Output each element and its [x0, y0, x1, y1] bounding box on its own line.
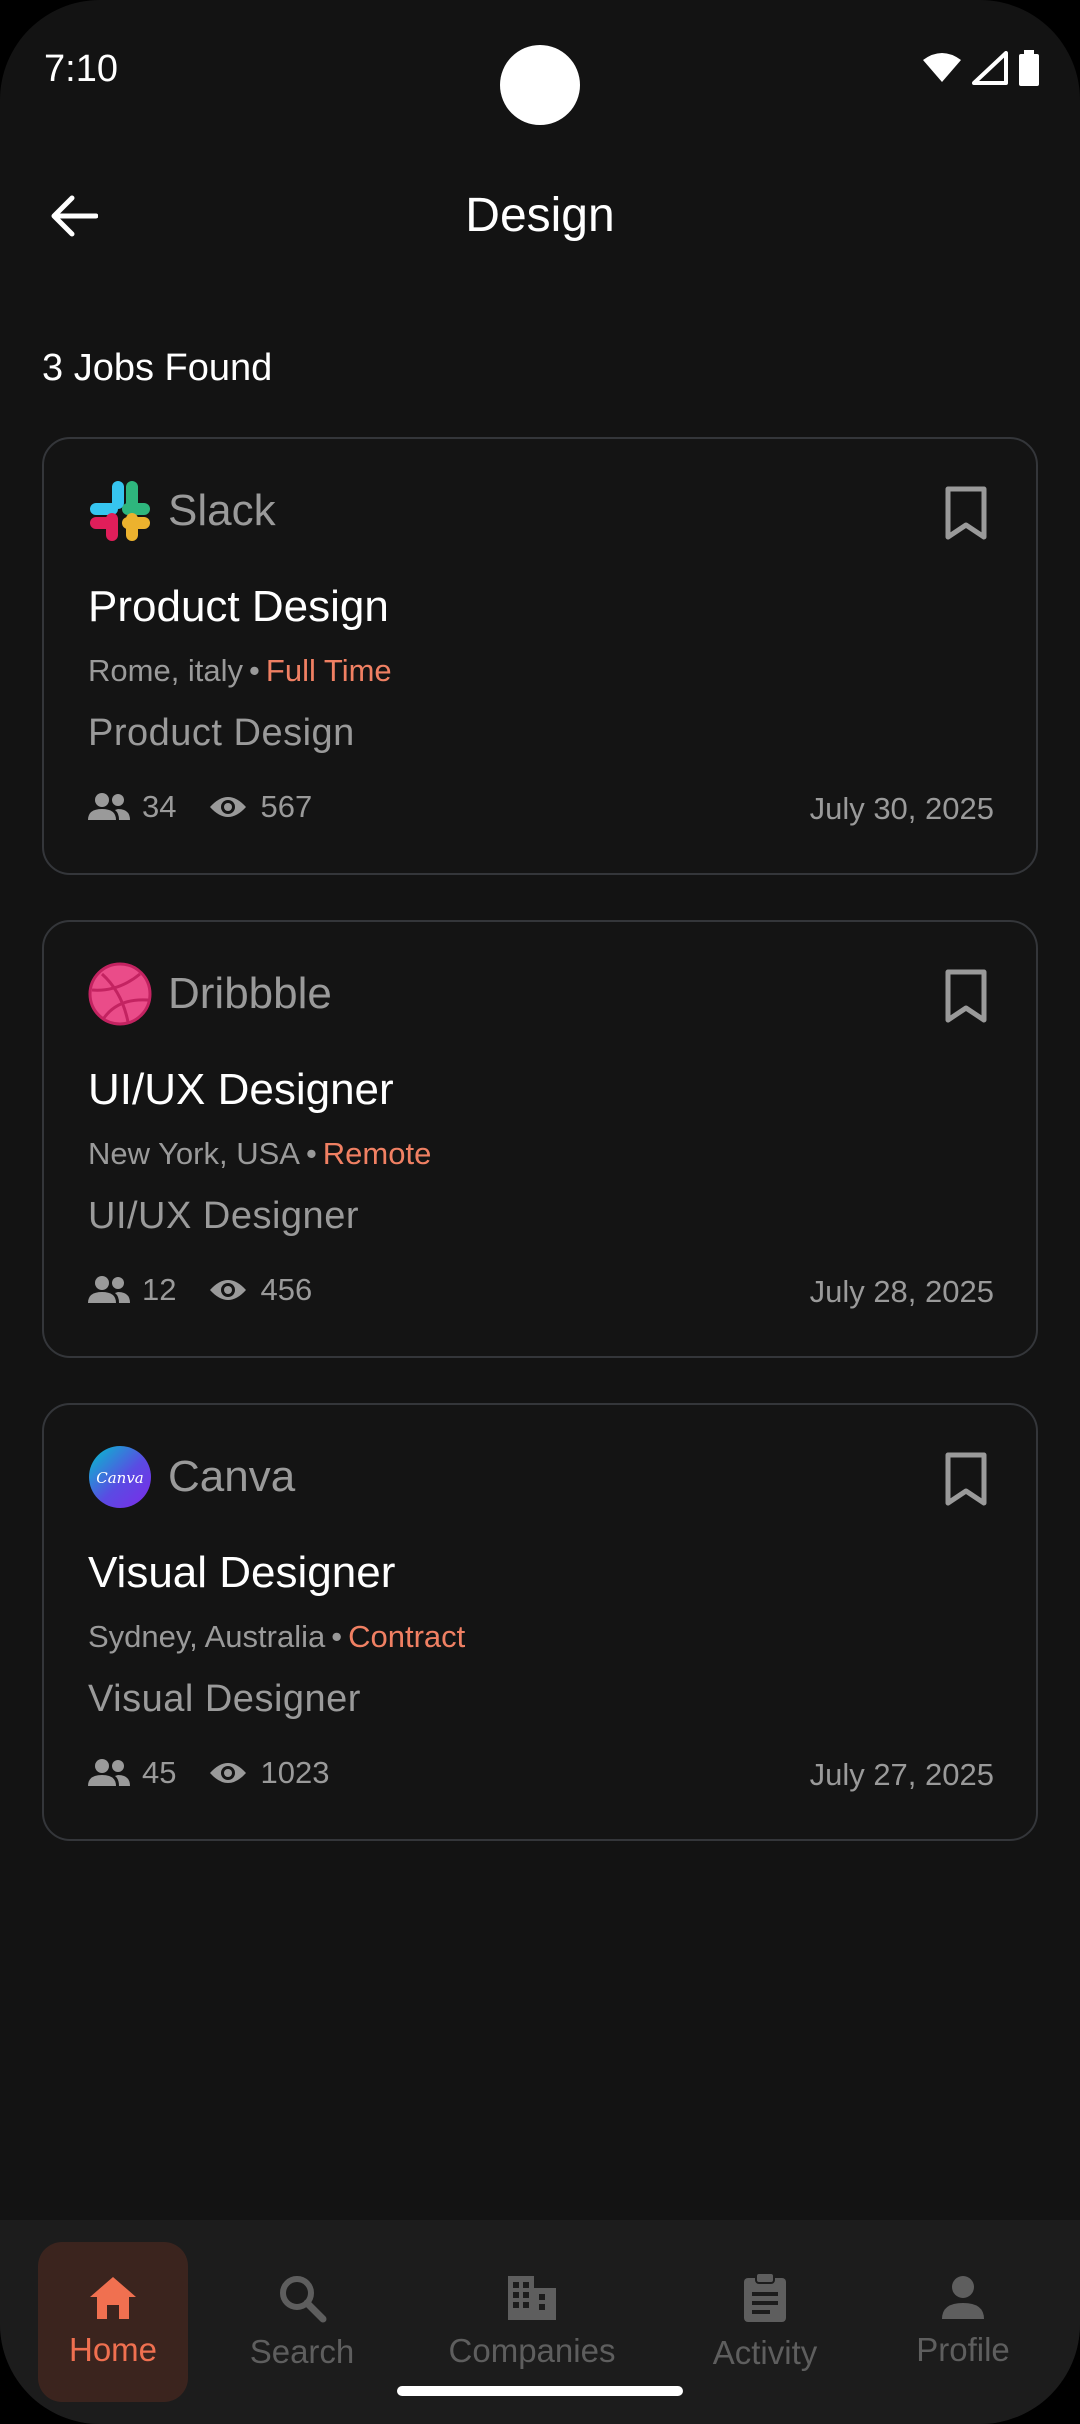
applicants-stat: 34: [88, 789, 176, 825]
job-type: Contract: [348, 1619, 466, 1654]
person-icon: [942, 2276, 984, 2319]
company-row: Canva Canva: [88, 1445, 295, 1509]
search-icon: [280, 2276, 327, 2323]
views-stat: 567: [208, 789, 312, 825]
company-name: Slack: [168, 486, 276, 535]
views-stat: 1023: [208, 1755, 329, 1791]
people-icon: [88, 1759, 130, 1786]
clipboard-icon: [744, 2272, 786, 2322]
nav-item-search[interactable]: Search: [232, 2242, 372, 2402]
applicants-stat: 45: [88, 1755, 176, 1791]
battery-icon: [1019, 50, 1039, 86]
wifi-icon: [923, 53, 961, 82]
status-icons: [922, 50, 1040, 86]
job-stats: 34 567: [88, 789, 344, 825]
slack-logo-icon: [88, 479, 152, 543]
nav-item-companies[interactable]: Companies: [440, 2242, 624, 2402]
people-icon: [88, 1276, 130, 1303]
people-icon: [88, 793, 130, 820]
svg-text:Canva: Canva: [96, 1469, 144, 1487]
views-stat: 456: [208, 1272, 312, 1308]
job-date: July 27, 2025: [809, 1757, 994, 1792]
job-meta: Rome, italy • Full Time: [88, 651, 392, 691]
company-name: Dribbble: [168, 969, 332, 1018]
camera-cutout: [500, 45, 580, 125]
page-title: Design: [465, 189, 615, 242]
job-subtitle: Product Design: [88, 712, 355, 754]
job-card[interactable]: Slack Product Design Rome, italy • Full Ti…: [42, 437, 1038, 875]
applicants-count: 34: [142, 789, 177, 824]
eye-icon: [210, 797, 247, 817]
dribbble-logo-icon: [88, 962, 152, 1026]
job-subtitle: Visual Designer: [88, 1678, 361, 1720]
separator-dot: •: [331, 1619, 343, 1654]
nav-label: Home: [68, 2331, 158, 2368]
nav-item-profile[interactable]: Profile: [902, 2242, 1024, 2402]
job-location: Sydney, Australia: [88, 1619, 326, 1654]
nav-label: Activity: [712, 2334, 818, 2371]
home-indicator[interactable]: [397, 2386, 683, 2396]
job-stats: 45 1023: [88, 1755, 361, 1791]
nav-label: Companies: [448, 2332, 616, 2369]
job-stats: 12 456: [88, 1272, 344, 1308]
eye-icon: [210, 1280, 247, 1300]
job-meta: New York, USA • Remote: [88, 1134, 431, 1174]
nav-label: Search: [249, 2333, 355, 2370]
applicants-count: 12: [142, 1272, 177, 1307]
job-card[interactable]: Dribbble UI/UX Designer New York, USA • Re…: [42, 920, 1038, 1358]
views-count: 456: [260, 1272, 313, 1307]
nav-item-home[interactable]: Home: [38, 2242, 188, 2402]
job-type: Remote: [322, 1136, 432, 1171]
applicants-count: 45: [142, 1755, 177, 1790]
job-date: July 28, 2025: [809, 1274, 994, 1309]
company-row: Dribbble: [88, 962, 332, 1026]
status-time: 7:10: [44, 48, 118, 90]
job-location: New York, USA: [88, 1136, 300, 1171]
app-screen: 7:10 Design 3 Jobs Found Slack Product D…: [0, 0, 1080, 2424]
job-title: Product Design: [88, 582, 389, 631]
separator-dot: •: [305, 1136, 317, 1171]
job-location: Rome, italy: [88, 653, 244, 688]
nav-label: Profile: [916, 2331, 1010, 2368]
building-icon: [508, 2276, 556, 2320]
job-title: UI/UX Designer: [88, 1065, 394, 1114]
canva-logo-icon: Canva: [88, 1445, 152, 1509]
separator-dot: •: [249, 653, 260, 688]
eye-icon: [210, 1763, 247, 1783]
bookmark-icon[interactable]: [940, 485, 992, 541]
jobs-count: 3 Jobs Found: [42, 347, 273, 389]
bookmark-icon[interactable]: [940, 1451, 992, 1507]
bookmark-icon[interactable]: [940, 968, 992, 1024]
views-count: 567: [260, 789, 313, 824]
applicants-stat: 12: [88, 1272, 176, 1308]
views-count: 1023: [260, 1755, 330, 1790]
job-card[interactable]: Canva Canva Visual Designer Sydney, Aust…: [42, 1403, 1038, 1841]
home-icon: [90, 2277, 136, 2319]
job-type: Full Time: [265, 653, 392, 688]
nav-item-activity[interactable]: Activity: [694, 2242, 836, 2402]
job-date: July 30, 2025: [809, 791, 994, 826]
company-row: Slack: [88, 479, 276, 543]
signal-icon: [972, 51, 1008, 85]
job-meta: Sydney, Australia • Contract: [88, 1617, 465, 1657]
job-subtitle: UI/UX Designer: [88, 1195, 359, 1237]
job-title: Visual Designer: [88, 1548, 396, 1597]
company-name: Canva: [168, 1452, 296, 1501]
